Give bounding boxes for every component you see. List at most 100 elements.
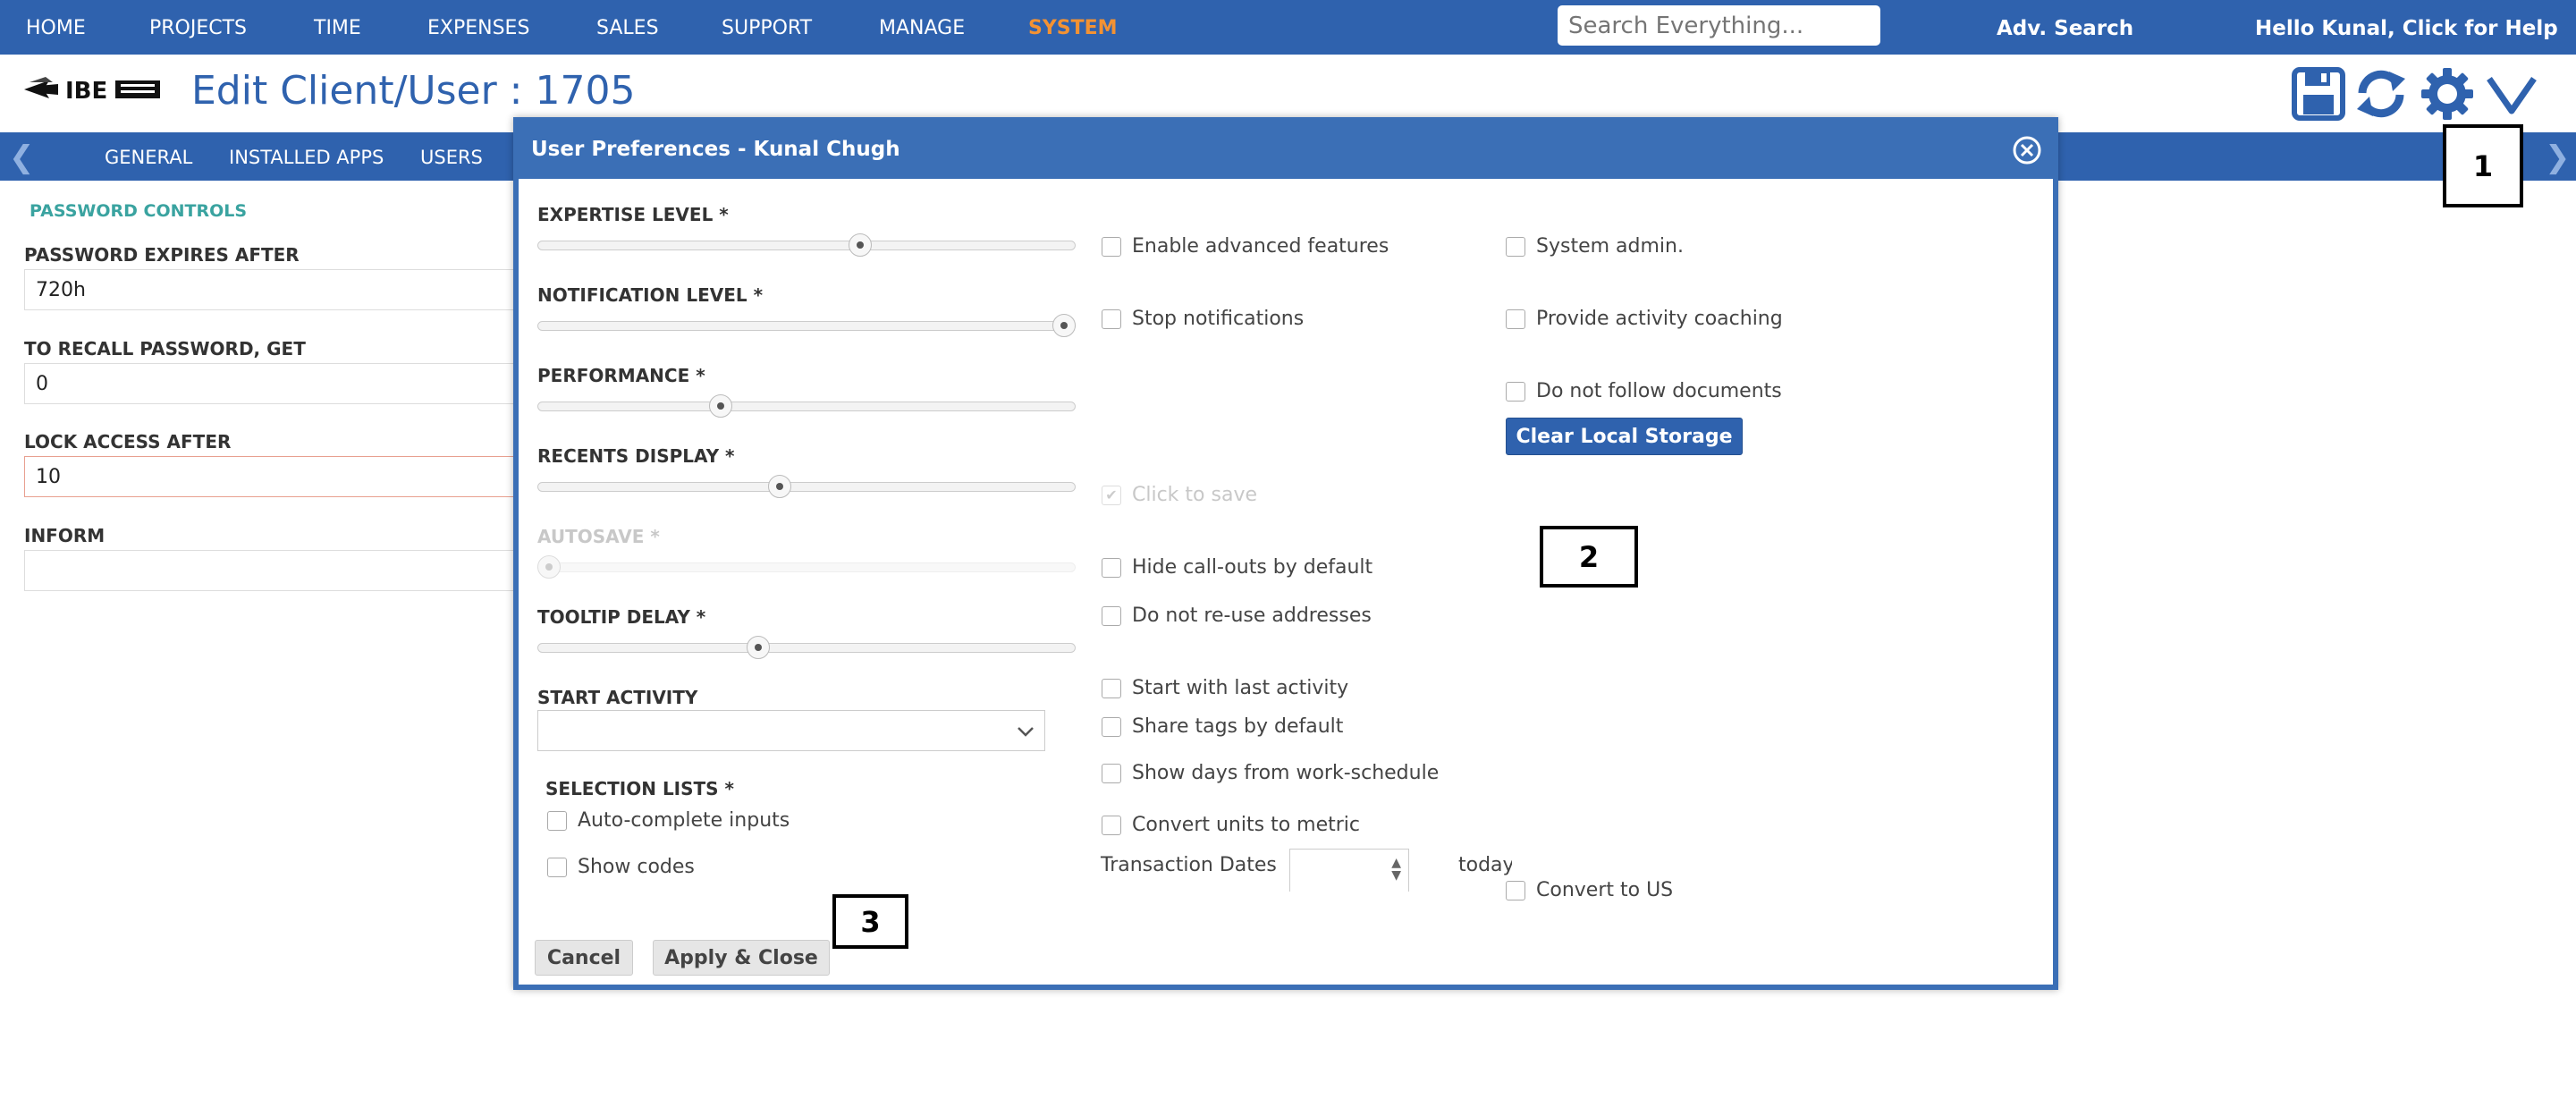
checkbox-label: Enable advanced features: [1132, 235, 1389, 258]
checkbox-box[interactable]: [1102, 678, 1121, 698]
checkbox-label: Share tags by default: [1132, 715, 1344, 738]
slider-handle[interactable]: [709, 394, 732, 418]
checkbox-label: Show codes: [578, 856, 695, 878]
convert-us-checkbox[interactable]: Convert to US: [1506, 879, 1673, 901]
slider-handle[interactable]: [768, 475, 791, 498]
expertise-level-slider[interactable]: [537, 233, 1076, 257]
lock-access-input[interactable]: [24, 456, 525, 497]
checkbox-box[interactable]: [1102, 605, 1121, 626]
tab-installed-apps[interactable]: INSTALLED APPS: [229, 147, 384, 168]
show-codes-checkbox[interactable]: Show codes: [547, 856, 695, 878]
slider-handle[interactable]: [747, 636, 770, 659]
help-greeting-link[interactable]: Hello Kunal, Click for Help: [2255, 17, 2558, 40]
start-activity-label: START ACTIVITY: [537, 687, 698, 708]
checkbox-box[interactable]: [1102, 557, 1121, 578]
no-reuse-addresses-checkbox[interactable]: Do not re-use addresses: [1102, 604, 1372, 627]
search-input[interactable]: [1558, 5, 1880, 46]
apply-close-button[interactable]: Apply & Close: [653, 940, 830, 976]
nav-manage[interactable]: MANAGE: [879, 17, 965, 39]
nav-sales[interactable]: SALES: [596, 17, 659, 39]
show-days-checkbox[interactable]: Show days from work-schedule: [1102, 762, 1439, 784]
start-last-activity-checkbox[interactable]: Start with last activity: [1102, 677, 1348, 699]
start-activity-select[interactable]: [537, 710, 1045, 751]
checkbox-box[interactable]: [1102, 716, 1121, 737]
stop-notifications-checkbox[interactable]: Stop notifications: [1102, 308, 1304, 330]
checkbox-box[interactable]: [547, 810, 567, 831]
checkbox-box[interactable]: [1102, 236, 1121, 257]
checkbox-box[interactable]: [1102, 309, 1121, 329]
inform-input[interactable]: [24, 550, 525, 591]
tab-general[interactable]: GENERAL: [105, 147, 192, 168]
nav-time[interactable]: TIME: [314, 17, 361, 39]
checkbox-box[interactable]: [1506, 381, 1525, 402]
nav-expenses[interactable]: EXPENSES: [427, 17, 529, 39]
checkbox-box[interactable]: [1506, 309, 1525, 329]
autosave-label: AUTOSAVE *: [537, 526, 660, 547]
performance-slider[interactable]: [537, 394, 1076, 418]
stepper-arrows-icon[interactable]: ▲ ▼: [1391, 857, 1401, 882]
check-icon: ✔: [1102, 485, 1121, 505]
save-icon[interactable]: [2291, 66, 2346, 122]
tab-users[interactable]: USERS: [420, 147, 483, 168]
gear-icon[interactable]: [2420, 66, 2475, 122]
slider-handle: [537, 555, 561, 579]
nav-system[interactable]: SYSTEM: [1028, 17, 1118, 39]
checkbox-label: Do not re-use addresses: [1132, 604, 1372, 627]
no-follow-documents-checkbox[interactable]: Do not follow documents: [1506, 380, 1782, 402]
callout-2: 2: [1540, 526, 1638, 588]
auto-complete-checkbox[interactable]: Auto-complete inputs: [547, 809, 790, 832]
slider-handle[interactable]: [1052, 314, 1076, 337]
logo-text: IBE: [65, 78, 107, 105]
transaction-dates-stepper[interactable]: ▲ ▼: [1289, 849, 1409, 892]
user-preferences-dialog: User Preferences - Kunal Chugh EXPERTISE…: [513, 117, 2058, 990]
slider-handle[interactable]: [849, 233, 872, 257]
section-password-controls: PASSWORD CONTROLS: [30, 201, 248, 221]
activity-coaching-checkbox[interactable]: Provide activity coaching: [1506, 308, 1783, 330]
checkbox-label: Provide activity coaching: [1536, 308, 1783, 330]
checkbox-box[interactable]: [547, 857, 567, 877]
performance-label: PERFORMANCE *: [537, 365, 705, 386]
checkbox-label: Auto-complete inputs: [578, 809, 790, 832]
checkbox-label: Convert units to metric: [1132, 814, 1360, 836]
recents-display-label: RECENTS DISPLAY *: [537, 445, 735, 467]
convert-metric-checkbox[interactable]: Convert units to metric: [1102, 814, 1360, 836]
password-expires-label: PASSWORD EXPIRES AFTER: [24, 244, 300, 266]
refresh-icon[interactable]: [2353, 66, 2409, 122]
checkbox-label: Stop notifications: [1132, 308, 1305, 330]
hide-callouts-checkbox[interactable]: Hide call-outs by default: [1102, 556, 1372, 579]
page-title: Edit Client/User : 1705: [191, 68, 636, 114]
notification-level-label: NOTIFICATION LEVEL *: [537, 284, 764, 306]
password-expires-input[interactable]: [24, 269, 525, 310]
checkbox-box[interactable]: [1506, 880, 1525, 900]
chevron-down-icon[interactable]: [2484, 66, 2539, 122]
checkbox-box[interactable]: [1102, 763, 1121, 783]
callout-3: 3: [832, 894, 908, 949]
advanced-features-checkbox[interactable]: Enable advanced features: [1102, 235, 1389, 258]
nav-projects[interactable]: PROJECTS: [149, 17, 247, 39]
notification-level-slider[interactable]: [537, 314, 1076, 337]
selection-lists-label: SELECTION LISTS *: [545, 778, 734, 799]
cancel-button[interactable]: Cancel: [535, 940, 633, 976]
adv-search-link[interactable]: Adv. Search: [1997, 17, 2133, 40]
system-admin-checkbox[interactable]: System admin.: [1506, 235, 1684, 258]
nav-support[interactable]: SUPPORT: [722, 17, 812, 39]
clear-local-storage-button[interactable]: Clear Local Storage: [1506, 418, 1743, 455]
click-to-save-checkbox: ✔ Click to save: [1102, 484, 1257, 506]
dialog-header: User Preferences - Kunal Chugh: [519, 123, 2053, 179]
share-tags-checkbox[interactable]: Share tags by default: [1102, 715, 1343, 738]
checkbox-box[interactable]: [1102, 815, 1121, 835]
autosave-slider: [537, 555, 1076, 579]
recall-password-label: TO RECALL PASSWORD, GET: [24, 338, 306, 359]
callout-1: 1: [2443, 124, 2523, 207]
checkbox-label: System admin.: [1536, 235, 1684, 258]
checkbox-label: Show days from work-schedule: [1132, 762, 1440, 784]
close-icon[interactable]: [2012, 135, 2042, 165]
nav-home[interactable]: HOME: [26, 17, 86, 39]
chevron-right-icon[interactable]: ❯: [2545, 140, 2571, 175]
today-label: today: [1458, 854, 1512, 876]
tooltip-delay-slider[interactable]: [537, 636, 1076, 659]
recall-password-input[interactable]: [24, 363, 525, 404]
checkbox-box[interactable]: [1506, 236, 1525, 257]
chevron-left-icon[interactable]: ❮: [9, 140, 35, 175]
recents-display-slider[interactable]: [537, 475, 1076, 498]
